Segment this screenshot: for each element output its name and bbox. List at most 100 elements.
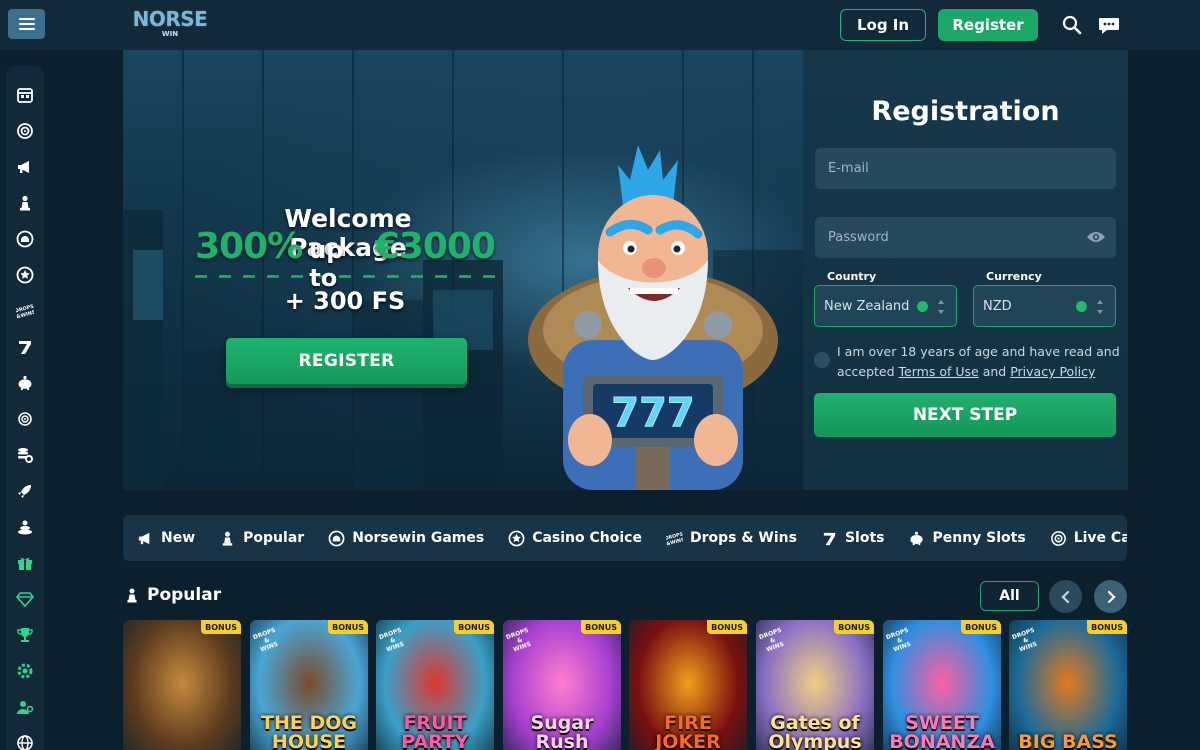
globe-icon[interactable]	[14, 732, 36, 750]
drops-wins-badge: DROPS & WINS	[885, 626, 912, 654]
site-logo[interactable]: NORSE WIN	[132, 8, 208, 40]
drops-wins-icon[interactable]: DROPS &WINS	[14, 300, 36, 322]
category-drops-wins[interactable]: DROPS &WINS Drops & Wins	[666, 530, 797, 547]
email-placeholder: E-mail	[828, 161, 869, 176]
game-title: SWEET BONANZA	[889, 712, 995, 750]
diamond-icon[interactable]	[14, 588, 36, 610]
terms-text: I am over 18 years of age and have read …	[837, 342, 1122, 382]
category-popular[interactable]: Popular	[219, 530, 304, 547]
users-icon[interactable]	[14, 696, 36, 718]
trophy-icon[interactable]	[14, 624, 36, 646]
login-button[interactable]: Log In	[840, 9, 926, 41]
email-field[interactable]: E-mail	[815, 148, 1116, 189]
password-field[interactable]: Password	[815, 217, 1116, 258]
game-tile[interactable]: BONUS DROPS & WINS SWEET BONANZA	[883, 620, 1001, 750]
chat-icon[interactable]	[1097, 13, 1121, 37]
game-tile[interactable]: BONUS DROPS & WINS Sugar Rush	[503, 620, 621, 750]
seven-icon	[823, 532, 836, 545]
coins-icon[interactable]	[14, 444, 36, 466]
drops-wins-icon: DROPS&WINS	[666, 531, 683, 547]
password-placeholder: Password	[828, 230, 889, 245]
badge-icon[interactable]	[14, 264, 36, 286]
eye-icon[interactable]	[1086, 229, 1106, 245]
category-label: Slots	[844, 530, 885, 546]
category-label: New	[161, 530, 196, 546]
gift-icon[interactable]	[14, 552, 36, 574]
privacy-policy-link[interactable]: Privacy Policy	[1010, 364, 1095, 379]
drops-wins-badge: DROPS & WINS	[1011, 626, 1038, 654]
category-penny-slots[interactable]: Penny Slots	[908, 530, 1026, 547]
registration-panel: Registration E-mail Password Country Cur…	[803, 50, 1128, 490]
drops-wins-badge: DROPS & WINS	[252, 626, 279, 654]
category-label: Norsewin Games	[352, 530, 485, 546]
terms-and: and	[982, 364, 1007, 379]
category-new[interactable]: New	[137, 530, 195, 547]
chess-pawn-icon[interactable]	[14, 192, 36, 214]
category-slots[interactable]: Slots	[821, 530, 885, 547]
game-tile[interactable]: BONUS DROPS & WINS BIG BASS	[1009, 620, 1127, 750]
live-icon[interactable]	[14, 408, 36, 430]
game-tile[interactable]: BONUS DROPS & WINS THE DOG HOUSE	[250, 620, 368, 750]
search-icon[interactable]	[1060, 13, 1084, 37]
hero-register-button[interactable]: REGISTER	[226, 338, 467, 384]
next-button[interactable]	[1094, 580, 1127, 613]
calendar-icon[interactable]	[14, 84, 36, 106]
view-all-button[interactable]: All	[980, 581, 1039, 611]
left-sidebar: DROPS &WINS	[6, 66, 44, 750]
menu-icon	[18, 18, 35, 20]
game-title: FIRE JOKER	[655, 712, 721, 750]
category-live-casino[interactable]: Live Casino	[1050, 530, 1127, 547]
menu-button[interactable]	[8, 9, 45, 39]
check-icon	[917, 301, 928, 312]
currency-select[interactable]: NZD	[973, 285, 1116, 327]
offer-percent: 300%	[195, 226, 303, 267]
section-title-text: Popular	[147, 585, 222, 605]
game-tile[interactable]: BONUS DROPS & WINS Gates of Olympus	[756, 620, 874, 750]
currency-label: Currency	[986, 270, 1042, 283]
select-arrows-icon	[938, 300, 944, 314]
bonus-badge: BONUS	[707, 620, 747, 634]
chess-pawn-icon	[127, 588, 137, 603]
bonus-badge: BONUS	[1087, 620, 1127, 634]
offer-mid: up to	[309, 236, 344, 292]
target-icon[interactable]	[14, 120, 36, 142]
settings-icon[interactable]	[14, 660, 36, 682]
hero-offer: 300% up to €3000	[195, 226, 496, 292]
game-title: THE DOG HOUSE	[261, 712, 357, 750]
registration-title: Registration	[871, 96, 1060, 127]
offer-amount: €3000	[374, 226, 496, 267]
game-tile[interactable]: BONUS FIRE JOKER	[629, 620, 747, 750]
game-title: Sugar Rush	[530, 712, 594, 750]
seven-icon[interactable]	[14, 336, 36, 358]
piggy-bank-icon[interactable]	[14, 372, 36, 394]
drops-wins-badge: DROPS & WINS	[378, 626, 405, 654]
popular-section-title: Popular	[125, 585, 221, 605]
bonus-badge: BONUS	[834, 620, 874, 634]
bonus-badge: BONUS	[201, 620, 241, 634]
category-casino-choice[interactable]: Casino Choice	[508, 530, 642, 547]
megaphone-icon[interactable]	[14, 156, 36, 178]
game-tile[interactable]: BONUS DROPS & WINS FRUIT PARTY	[376, 620, 494, 750]
bonus-badge: BONUS	[454, 620, 494, 634]
category-norsewin-games[interactable]: Norsewin Games	[328, 530, 484, 547]
game-tile[interactable]: BONUS	[123, 620, 241, 750]
helmet-icon	[328, 530, 345, 546]
category-bar: New Popular Norsewin Games Casino Choice…	[123, 515, 1127, 561]
check-icon	[1076, 301, 1087, 312]
game-title: FRUIT PARTY	[401, 712, 469, 750]
prev-button[interactable]	[1049, 580, 1082, 613]
bonus-badge: BONUS	[328, 620, 368, 634]
badge-icon	[508, 530, 525, 546]
bonus-badge: BONUS	[961, 620, 1001, 634]
select-arrows-icon	[1097, 300, 1103, 314]
terms-of-use-link[interactable]: Terms of Use	[899, 364, 979, 379]
bonus-stack-icon[interactable]	[14, 516, 36, 538]
register-button[interactable]: Register	[938, 9, 1038, 41]
helmet-icon[interactable]	[14, 228, 36, 250]
next-step-button[interactable]: NEXT STEP	[814, 393, 1116, 437]
rocket-icon[interactable]	[14, 480, 36, 502]
chevron-left-icon	[1060, 590, 1069, 603]
age-consent-checkbox[interactable]	[814, 352, 830, 368]
category-label: Penny Slots	[932, 530, 1026, 546]
country-select[interactable]: New Zealand	[814, 285, 957, 327]
